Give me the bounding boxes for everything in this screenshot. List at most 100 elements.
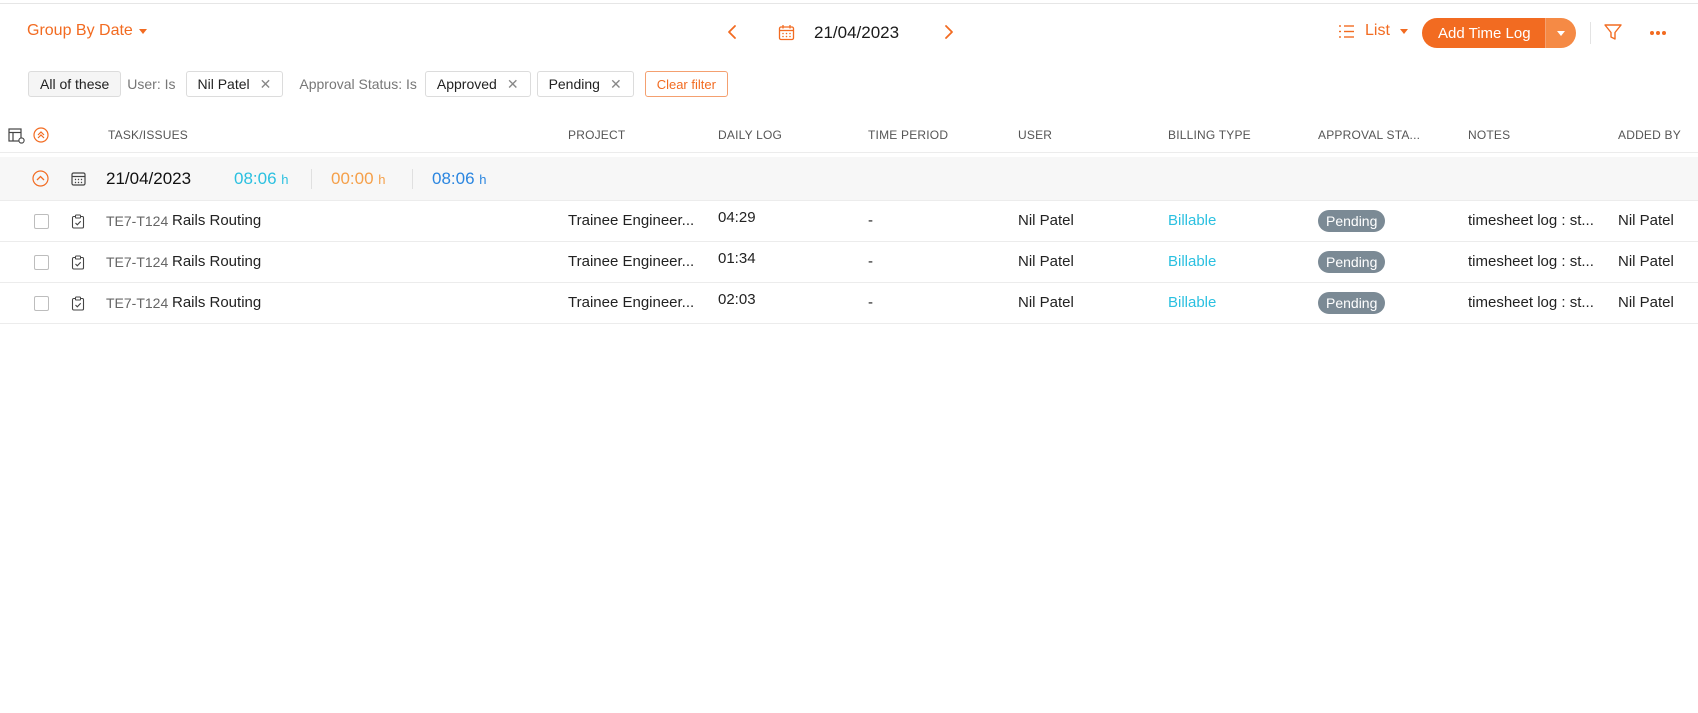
- task-icon: [71, 255, 85, 270]
- user-name: Nil Patel: [1018, 294, 1074, 311]
- notes-text: timesheet log : st...: [1468, 294, 1594, 311]
- approval-filter-chip-approved[interactable]: Approved ✕: [424, 71, 531, 97]
- close-icon[interactable]: ✕: [610, 77, 622, 91]
- status-badge: Pending: [1318, 292, 1386, 314]
- row-checkbox[interactable]: [34, 296, 49, 311]
- task-name[interactable]: Rails Routing: [172, 212, 261, 229]
- task-icon: [71, 214, 85, 229]
- table-row[interactable]: TE7-T124 Rails Routing Trainee Engineer.…: [0, 201, 1698, 242]
- add-time-log-button[interactable]: Add Time Log: [1422, 18, 1545, 48]
- status-badge: Pending: [1318, 210, 1386, 232]
- billing-type: Billable: [1168, 294, 1217, 311]
- close-icon[interactable]: ✕: [260, 77, 272, 91]
- col-header-time-period[interactable]: TIME PERIOD: [868, 128, 948, 142]
- status-badge: Pending: [1318, 251, 1386, 273]
- view-label: List: [1365, 22, 1390, 39]
- task-id: TE7-T124: [106, 254, 169, 270]
- time-period-value: -: [868, 253, 873, 270]
- col-header-added-by[interactable]: ADDED BY: [1618, 128, 1681, 142]
- user-name: Nil Patel: [1018, 212, 1074, 229]
- add-options-dropdown[interactable]: [1544, 18, 1576, 48]
- group-by-dropdown[interactable]: Group By Date: [27, 22, 147, 40]
- collapse-all-icon[interactable]: [33, 127, 49, 143]
- table-row[interactable]: TE7-T124 Rails Routing Trainee Engineer.…: [0, 242, 1698, 283]
- grand-total-value: 08:06: [432, 169, 475, 188]
- col-header-user[interactable]: USER: [1018, 128, 1052, 142]
- task-id: TE7-T124: [106, 213, 169, 229]
- daily-log-value[interactable]: 01:34: [718, 250, 756, 267]
- billable-total-value: 08:06: [234, 169, 277, 188]
- table-row[interactable]: TE7-T124 Rails Routing Trainee Engineer.…: [0, 283, 1698, 324]
- daily-log-value[interactable]: 02:03: [718, 291, 756, 308]
- approval-filter-value: Approved: [436, 76, 497, 92]
- approval-filter-value: Pending: [548, 76, 600, 92]
- filter-bar: All of these User: Is Nil Patel ✕ Approv…: [28, 71, 728, 97]
- task-name[interactable]: Rails Routing: [172, 294, 261, 311]
- column-settings-icon[interactable]: [8, 127, 25, 144]
- notes-text: timesheet log : st...: [1468, 212, 1594, 229]
- more-options-icon[interactable]: [1649, 30, 1667, 36]
- col-header-project[interactable]: PROJECT: [568, 128, 625, 142]
- added-by-name: Nil Patel: [1618, 294, 1674, 311]
- daily-log-value[interactable]: 04:29: [718, 209, 756, 226]
- chevron-right-icon[interactable]: [942, 22, 956, 42]
- non-billable-total: 00:00 h: [331, 169, 386, 189]
- add-time-log-split-button[interactable]: Add Time Log: [1422, 18, 1576, 48]
- non-billable-total-unit: h: [378, 172, 386, 187]
- row-checkbox[interactable]: [34, 255, 49, 270]
- billable-total: 08:06 h: [234, 169, 289, 189]
- billable-total-unit: h: [281, 172, 289, 187]
- calendar-icon: [71, 172, 86, 186]
- user-filter-chip[interactable]: Nil Patel ✕: [185, 71, 284, 97]
- view-switcher[interactable]: List: [1338, 22, 1408, 40]
- added-by-name: Nil Patel: [1618, 212, 1674, 229]
- col-header-task[interactable]: TASK/ISSUES: [108, 128, 188, 142]
- current-date[interactable]: 21/04/2023: [814, 23, 899, 43]
- chevron-left-icon[interactable]: [725, 22, 739, 42]
- task-name[interactable]: Rails Routing: [172, 253, 261, 270]
- group-by-label: Group By Date: [27, 22, 133, 39]
- non-billable-total-value: 00:00: [331, 169, 374, 188]
- user-filter-value: Nil Patel: [197, 76, 250, 92]
- group-date: 21/04/2023: [106, 169, 192, 188]
- user-name: Nil Patel: [1018, 253, 1074, 270]
- col-header-approval-status[interactable]: APPROVAL STA...: [1318, 128, 1420, 142]
- top-divider: [0, 3, 1698, 4]
- project-name[interactable]: Trainee Engineer...: [568, 212, 704, 229]
- list-icon: [1339, 24, 1354, 38]
- task-id: TE7-T124: [106, 295, 169, 311]
- match-condition-chip[interactable]: All of these: [28, 71, 122, 97]
- grand-total: 08:06 h: [432, 169, 487, 189]
- project-name[interactable]: Trainee Engineer...: [568, 294, 704, 311]
- totals-divider: [412, 169, 413, 189]
- added-by-name: Nil Patel: [1618, 253, 1674, 270]
- time-period-value: -: [868, 294, 873, 311]
- close-icon[interactable]: ✕: [507, 77, 519, 91]
- col-header-billing-type[interactable]: BILLING TYPE: [1168, 128, 1251, 142]
- date-group-row[interactable]: 21/04/2023 08:06 h 00:00 h 08:06 h: [0, 157, 1698, 201]
- row-checkbox[interactable]: [34, 214, 49, 229]
- match-condition-label: All of these: [40, 76, 110, 92]
- totals-divider: [311, 169, 312, 189]
- table-header: TASK/ISSUES PROJECT DAILY LOG TIME PERIO…: [0, 122, 1698, 153]
- caret-down-icon: [1556, 30, 1565, 36]
- col-header-notes[interactable]: NOTES: [1468, 128, 1510, 142]
- user-filter-label: User: Is: [127, 76, 176, 92]
- billing-type: Billable: [1168, 253, 1217, 270]
- clear-filter-button[interactable]: Clear filter: [644, 71, 728, 97]
- toolbar-divider: [1590, 22, 1591, 44]
- time-period-value: -: [868, 212, 873, 229]
- approval-filter-label: Approval Status: Is: [299, 76, 417, 92]
- billing-type: Billable: [1168, 212, 1217, 229]
- project-name[interactable]: Trainee Engineer...: [568, 253, 704, 270]
- calendar-icon[interactable]: [778, 24, 795, 41]
- col-header-daily-log[interactable]: DAILY LOG: [718, 128, 782, 142]
- filter-icon[interactable]: [1603, 22, 1623, 42]
- caret-down-icon: [1399, 28, 1408, 34]
- task-icon: [71, 296, 85, 311]
- approval-filter-chip-pending[interactable]: Pending ✕: [536, 71, 634, 97]
- caret-down-icon: [138, 28, 147, 34]
- grand-total-unit: h: [479, 172, 487, 187]
- notes-text: timesheet log : st...: [1468, 253, 1594, 270]
- collapse-group-icon[interactable]: [32, 170, 49, 187]
